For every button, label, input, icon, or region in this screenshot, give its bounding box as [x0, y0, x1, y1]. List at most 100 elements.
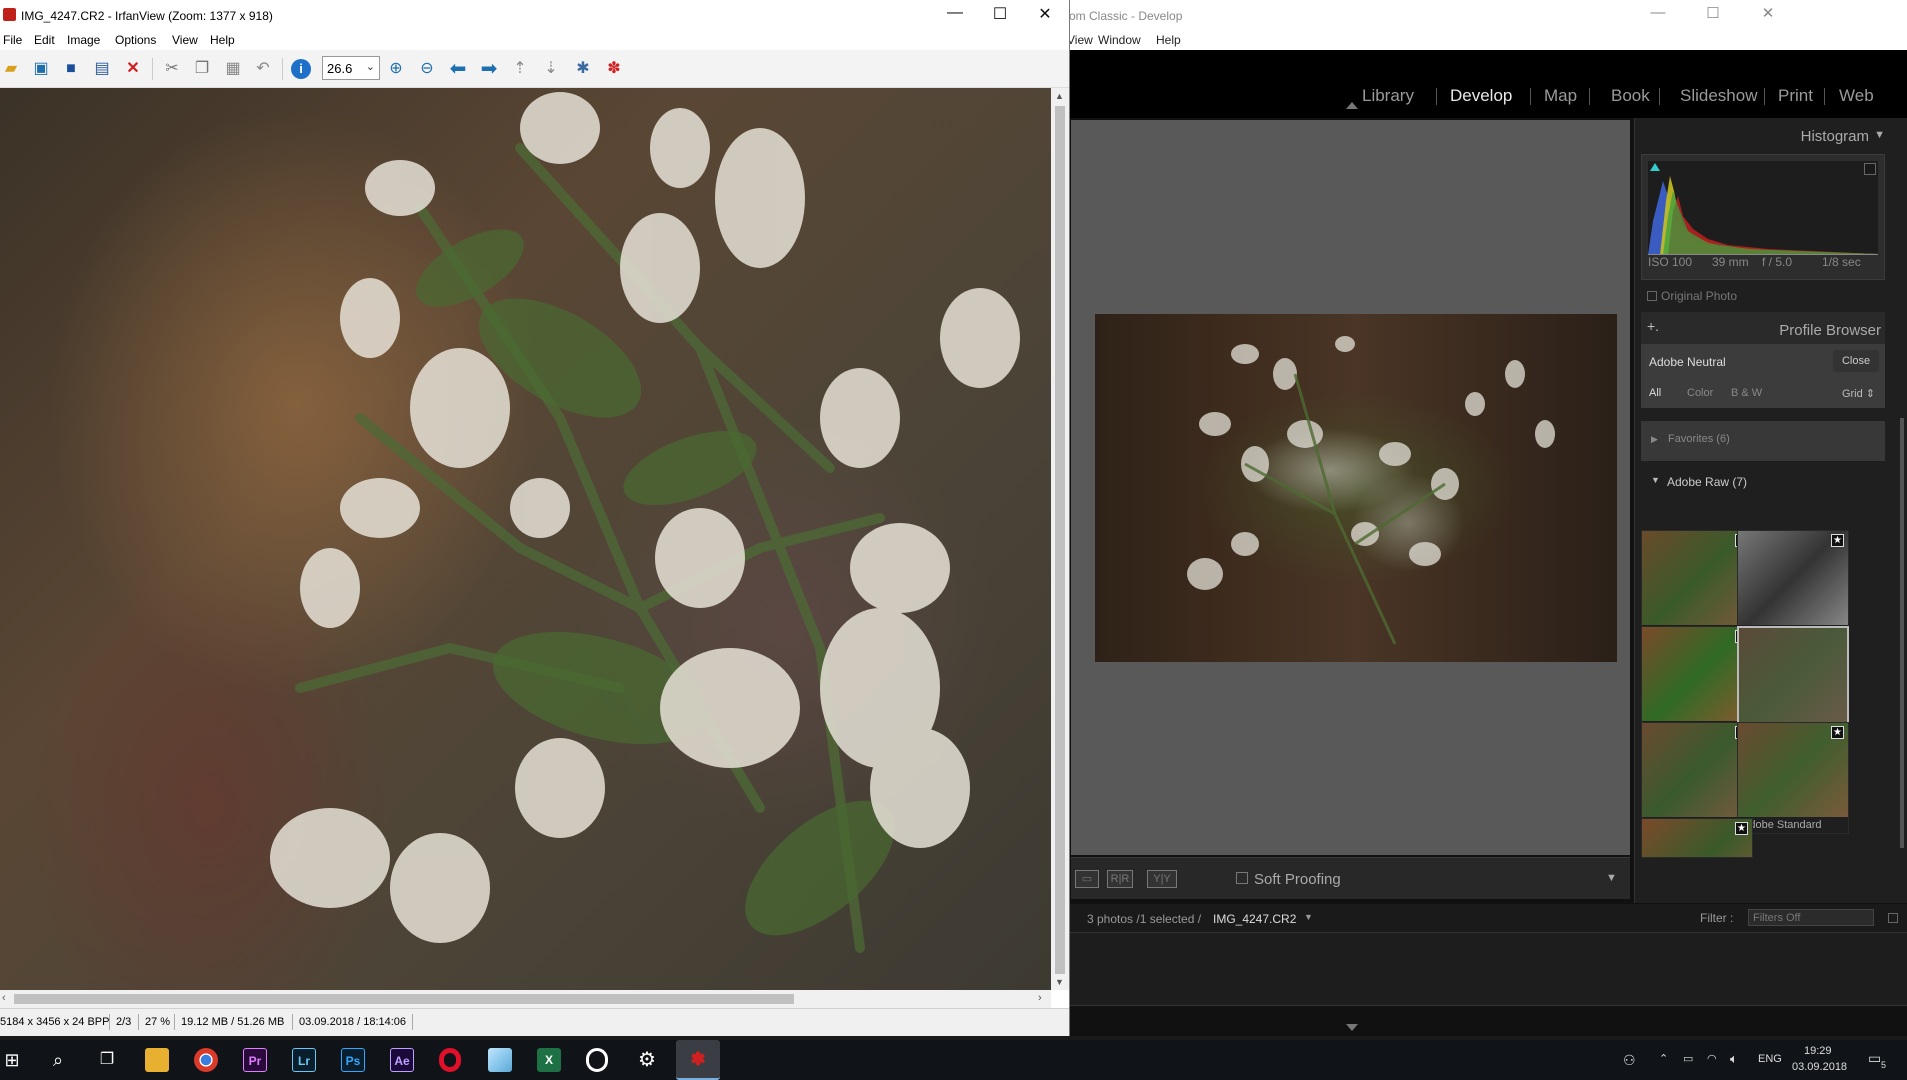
- previous-icon[interactable]: ⬅: [447, 58, 469, 80]
- info-icon[interactable]: i: [291, 59, 311, 79]
- open-icon[interactable]: ▰: [0, 58, 22, 80]
- notifications-icon[interactable]: ▭: [1868, 1050, 1881, 1067]
- task-view-icon[interactable]: ❐: [95, 1048, 119, 1072]
- scroll-down-icon[interactable]: ▼: [1055, 977, 1064, 987]
- properties-icon[interactable]: ✱: [572, 58, 594, 80]
- wifi-icon[interactable]: ◠: [1707, 1052, 1717, 1065]
- loupe-view-button[interactable]: ▭: [1075, 870, 1099, 888]
- profile-thumbnail[interactable]: ★: [1641, 818, 1753, 858]
- collapse-histogram-icon[interactable]: ▼: [1874, 129, 1885, 141]
- histogram[interactable]: ISO 100 39 mm f / 5.0 1/8 sec: [1641, 154, 1885, 280]
- original-photo-checkbox[interactable]: [1647, 291, 1657, 301]
- close-icon[interactable]: ✕: [1030, 4, 1060, 24]
- irfanview-icon[interactable]: ✽: [676, 1040, 720, 1080]
- before-after-button[interactable]: R|R: [1107, 870, 1133, 888]
- vertical-scroll-thumb[interactable]: [1055, 106, 1065, 974]
- module-develop[interactable]: Develop: [1450, 86, 1512, 106]
- add-profile-icon[interactable]: +.: [1647, 318, 1659, 334]
- module-map[interactable]: Map: [1544, 86, 1577, 106]
- clock-date[interactable]: 03.09.2018: [1792, 1061, 1847, 1073]
- menu-window[interactable]: Window: [1098, 33, 1141, 47]
- show-hidden-icons-icon[interactable]: ⌃: [1659, 1052, 1668, 1065]
- photoshop-icon[interactable]: Ps: [341, 1048, 365, 1072]
- close-profile-browser-button[interactable]: Close: [1833, 350, 1879, 372]
- zoom-in-icon[interactable]: ⊕: [385, 58, 407, 80]
- menu-options[interactable]: Options: [115, 33, 156, 47]
- save-icon[interactable]: ■: [60, 58, 82, 80]
- next-icon[interactable]: ➡: [478, 58, 500, 80]
- slideshow-icon[interactable]: ▣: [30, 58, 52, 80]
- maximize-icon[interactable]: ☐: [1698, 4, 1728, 22]
- filter-color[interactable]: Color: [1687, 387, 1713, 399]
- favorite-star-icon[interactable]: ★: [1831, 726, 1844, 739]
- last-page-icon[interactable]: ⇣: [540, 58, 562, 80]
- scroll-right-icon[interactable]: ›: [1038, 992, 1042, 1004]
- scroll-up-icon[interactable]: ▲: [1055, 91, 1064, 101]
- settings-icon[interactable]: ⚙: [635, 1048, 659, 1072]
- cut-icon[interactable]: ✂: [161, 58, 183, 80]
- paste-icon[interactable]: ▦: [222, 58, 244, 80]
- menu-help[interactable]: Help: [210, 33, 235, 47]
- module-print[interactable]: Print: [1778, 86, 1813, 106]
- module-web[interactable]: Web: [1839, 86, 1874, 106]
- filter-select[interactable]: Filters Off: [1748, 909, 1874, 926]
- module-book[interactable]: Book: [1611, 86, 1650, 106]
- toolbar-menu-icon[interactable]: ▼: [1606, 872, 1617, 884]
- filmstrip[interactable]: [1069, 932, 1907, 1006]
- before-after-split-button[interactable]: Y|Y: [1147, 870, 1177, 888]
- scroll-left-icon[interactable]: ‹: [2, 992, 6, 1004]
- module-library[interactable]: Library: [1362, 86, 1414, 106]
- copy-icon[interactable]: ❐: [191, 58, 213, 80]
- module-slideshow[interactable]: Slideshow: [1680, 86, 1758, 106]
- battery-icon[interactable]: ▭: [1683, 1052, 1693, 1065]
- lightroom-icon[interactable]: Lr: [292, 1048, 316, 1072]
- undo-icon[interactable]: ↶: [252, 58, 274, 80]
- premiere-icon[interactable]: Pr: [243, 1048, 267, 1072]
- minimize-icon[interactable]: —: [940, 4, 970, 22]
- favorite-star-icon[interactable]: ★: [1831, 534, 1844, 547]
- print-icon[interactable]: ▤: [91, 58, 113, 80]
- after-effects-icon[interactable]: Ae: [390, 1048, 414, 1072]
- clock-time[interactable]: 19:29: [1804, 1045, 1832, 1057]
- profile-thumbnail[interactable]: ★ Adobe Standard: [1737, 722, 1849, 834]
- adobe-raw-group[interactable]: ▼ Adobe Raw (7): [1641, 470, 1885, 494]
- file-explorer-icon[interactable]: [145, 1048, 169, 1072]
- shadow-clipping-icon[interactable]: [1650, 163, 1660, 171]
- filter-lock-icon[interactable]: [1888, 913, 1898, 923]
- volume-icon[interactable]: 🔈︎: [1730, 1051, 1738, 1067]
- chrome-icon[interactable]: [194, 1048, 218, 1072]
- maximize-icon[interactable]: ☐: [985, 4, 1015, 24]
- favorites-group[interactable]: ▶ Favorites (6): [1641, 421, 1885, 461]
- minimize-icon[interactable]: —: [1643, 4, 1673, 21]
- filename-dropdown-icon[interactable]: ▼: [1304, 912, 1313, 922]
- people-icon[interactable]: ⚇: [1623, 1052, 1636, 1069]
- app-icon-2[interactable]: [586, 1048, 608, 1072]
- zoom-select[interactable]: 26.6 ⌄: [322, 56, 380, 80]
- view-mode-select[interactable]: Grid ⇕: [1842, 387, 1875, 400]
- delete-icon[interactable]: ✕: [122, 58, 144, 80]
- menu-help[interactable]: Help: [1156, 33, 1181, 47]
- panel-scrollbar[interactable]: [1900, 418, 1904, 848]
- highlight-clipping-icon[interactable]: [1864, 163, 1876, 175]
- histogram-header[interactable]: Histogram ▼: [1641, 122, 1885, 148]
- collapse-top-panel-icon[interactable]: [1346, 102, 1358, 109]
- app-icon[interactable]: [488, 1048, 512, 1072]
- soft-proofing-checkbox[interactable]: [1236, 872, 1248, 884]
- zoom-out-icon[interactable]: ⊖: [416, 58, 438, 80]
- image-view[interactable]: [0, 88, 1051, 990]
- vertical-scrollbar[interactable]: ▲ ▼: [1051, 88, 1069, 990]
- menu-image[interactable]: Image: [67, 33, 100, 47]
- horizontal-scrollbar[interactable]: ‹ ›: [0, 990, 1051, 1008]
- menu-view[interactable]: View: [172, 33, 198, 47]
- close-icon[interactable]: ✕: [1753, 4, 1783, 22]
- original-photo-toggle[interactable]: Original Photo: [1641, 286, 1885, 306]
- excel-icon[interactable]: X: [537, 1048, 561, 1072]
- menu-edit[interactable]: Edit: [34, 33, 55, 47]
- opera-icon[interactable]: [439, 1048, 461, 1072]
- filter-all[interactable]: All: [1649, 387, 1661, 399]
- language-indicator[interactable]: ENG: [1758, 1053, 1782, 1065]
- start-icon[interactable]: ⊞: [0, 1048, 24, 1072]
- filmstrip-filename[interactable]: IMG_4247.CR2: [1213, 912, 1296, 926]
- menu-file[interactable]: File: [3, 33, 22, 47]
- menu-view[interactable]: View: [1067, 33, 1093, 47]
